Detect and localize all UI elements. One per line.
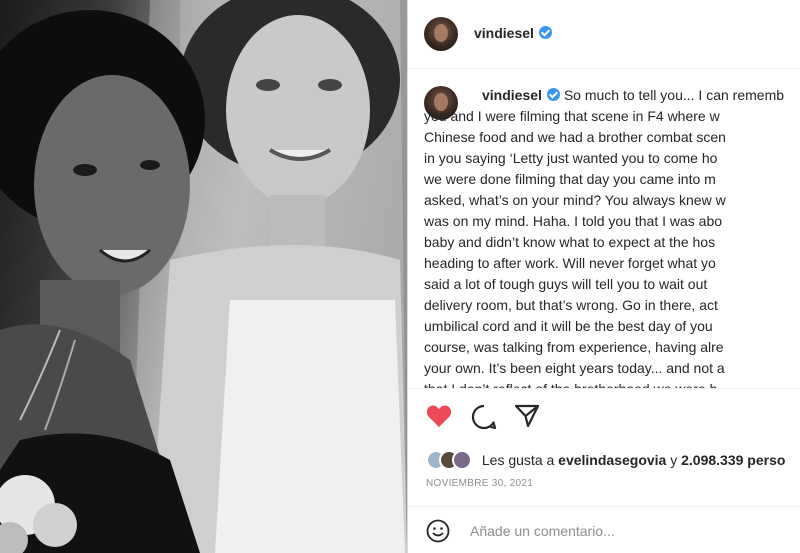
post-photo[interactable]: [0, 0, 407, 553]
caption-username[interactable]: vindiesel: [482, 87, 560, 103]
verified-badge-icon: [546, 88, 560, 101]
post-date[interactable]: NOVIEMBRE 30, 2021: [426, 478, 533, 489]
comment-icon[interactable]: [471, 404, 497, 430]
post-caption: vindiesel So much to tell you... I can r…: [408, 68, 800, 389]
likes-count[interactable]: 2.098.339 perso: [681, 452, 785, 468]
heart-icon[interactable]: [426, 404, 452, 428]
author-username[interactable]: vindiesel: [474, 25, 552, 41]
likes-summary[interactable]: Les gusta a evelindasegovia y 2.098.339 …: [426, 450, 785, 472]
add-comment-bar: [408, 506, 800, 553]
liker-avatars: [426, 450, 476, 470]
photo-illustration: [0, 0, 407, 553]
verified-badge-icon: [538, 26, 552, 39]
post-header: vindiesel: [408, 0, 800, 69]
liker-avatar: [452, 450, 472, 470]
post-actions: [408, 398, 800, 434]
instagram-post: vindiesel vindiesel So much to tell you.…: [0, 0, 800, 553]
share-icon[interactable]: [514, 404, 540, 428]
likes-conj: y: [670, 452, 678, 468]
liker-username[interactable]: evelindasegovia: [558, 452, 666, 468]
author-avatar[interactable]: [424, 17, 458, 51]
caption-text: vindiesel So much to tell you... I can r…: [424, 87, 785, 389]
emoji-icon[interactable]: [426, 519, 450, 543]
comment-input[interactable]: [468, 515, 772, 547]
likes-prefix: Les gusta a: [481, 452, 555, 468]
post-panel: vindiesel vindiesel So much to tell you.…: [407, 0, 800, 553]
